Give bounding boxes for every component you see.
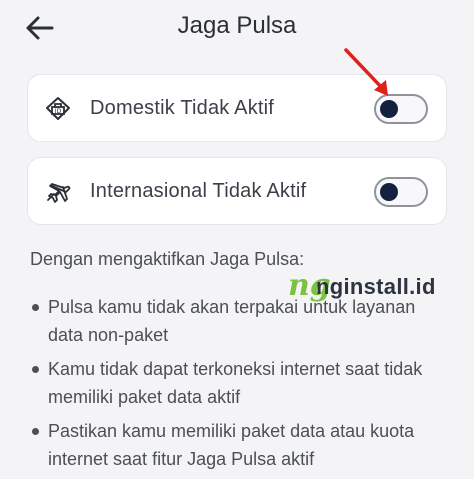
international-toggle[interactable] [374, 177, 428, 207]
airplane-icon [47, 183, 71, 203]
app-header: Jaga Pulsa [0, 0, 474, 56]
watermark-text: nginstall.id [316, 274, 436, 299]
info-intro-text: Dengan mengaktifkan Jaga Pulsa: [30, 249, 305, 269]
toggle-knob [380, 183, 398, 201]
watermark-logo: ng nginstall.id [288, 268, 458, 304]
bullet-dot [32, 428, 39, 435]
svg-text:ID: ID [55, 108, 62, 115]
international-option-card: Internasional Tidak Aktif [27, 157, 447, 225]
bullet-dot [32, 304, 39, 311]
bullet-text: Kamu tidak dapat terkoneksi internet saa… [48, 359, 423, 407]
info-bullet-list: Pulsa kamu tidak akan terpakai untuk lay… [30, 293, 450, 479]
list-item: Pastikan kamu memiliki paket data atau k… [30, 417, 450, 473]
bullet-text: Pastikan kamu memiliki paket data atau k… [48, 421, 415, 469]
bullet-text: Pulsa kamu tidak akan terpakai untuk lay… [48, 297, 416, 345]
page-title: Jaga Pulsa [177, 12, 297, 39]
home-domestic-icon: ID [46, 97, 70, 120]
international-option-label: Internasional Tidak Aktif [90, 180, 307, 202]
list-item: Kamu tidak dapat terkoneksi internet saa… [30, 355, 450, 411]
domestic-option-label: Domestik Tidak Aktif [90, 97, 275, 119]
bullet-dot [32, 366, 39, 373]
red-arrow-annotation [344, 48, 388, 96]
